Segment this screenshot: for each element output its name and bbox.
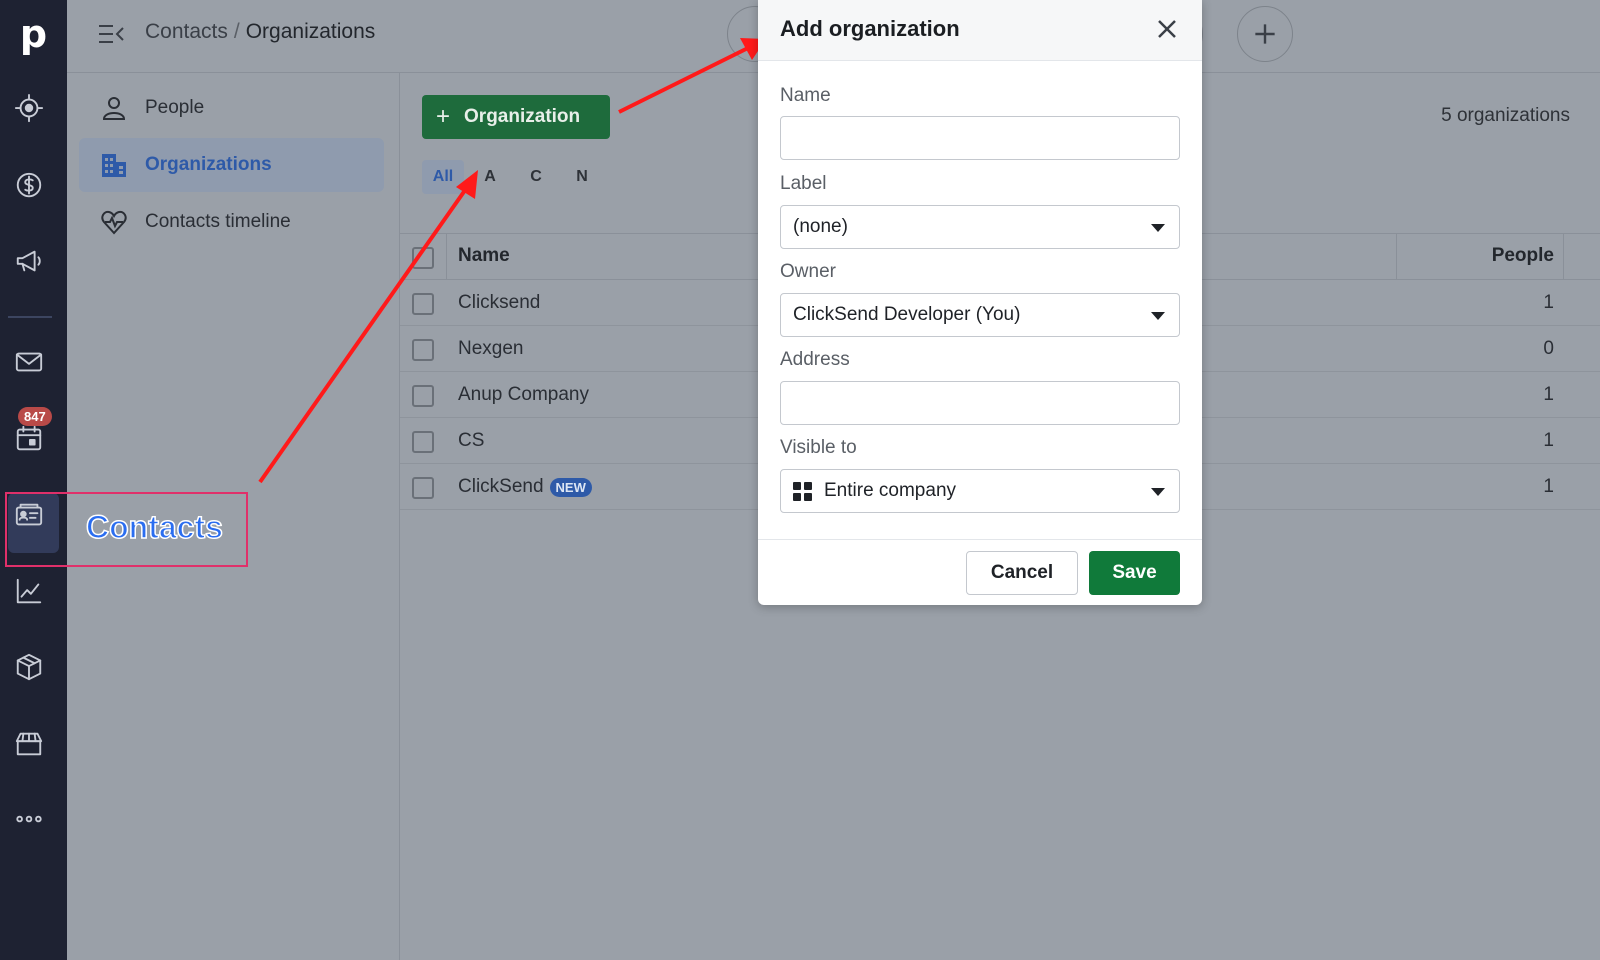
mail-icon[interactable] [13, 346, 45, 378]
breadcrumb-separator: / [233, 20, 240, 43]
more-icon[interactable] [13, 803, 45, 835]
subnav-item-label: Contacts timeline [145, 211, 291, 232]
visible-to-field-label: Visible to [780, 437, 857, 458]
dollar-icon[interactable] [13, 169, 45, 201]
org-name[interactable]: CS [458, 430, 484, 452]
modal-footer: Cancel Save [758, 539, 1202, 605]
left-rail: p 847 [0, 0, 67, 960]
people-count: 1 [1543, 384, 1554, 405]
label-select[interactable]: (none) [780, 205, 1180, 249]
subnav-item-people[interactable]: People [79, 81, 384, 135]
add-organization-button[interactable]: + Organization [422, 95, 610, 139]
subnav-item-organizations[interactable]: Organizations [79, 138, 384, 192]
filter-all[interactable]: All [422, 160, 464, 194]
add-quick-button[interactable] [1237, 6, 1293, 62]
modal-header: Add organization [758, 0, 1202, 61]
address-input[interactable] [780, 381, 1180, 425]
target-icon[interactable] [13, 92, 45, 124]
filter-c[interactable]: C [516, 160, 556, 194]
organizations-count: 5 organizations [1441, 105, 1570, 126]
filter-a[interactable]: A [470, 160, 510, 194]
grid-icon [793, 481, 812, 501]
plus-icon: + [436, 103, 451, 130]
column-divider [446, 234, 447, 279]
subnav-item-label: People [145, 97, 205, 118]
annotation-label: Contacts [85, 508, 223, 546]
close-icon[interactable] [1154, 16, 1180, 42]
owner-select[interactable]: ClickSend Developer (You) [780, 293, 1180, 337]
modal-title: Add organization [780, 16, 960, 41]
org-name[interactable]: Nexgen [458, 338, 524, 360]
subnav-item-label: Organizations [145, 154, 272, 175]
add-organization-modal: Add organization Name Label (none) Owner… [758, 0, 1202, 605]
owner-field-label: Owner [780, 261, 836, 282]
breadcrumb-current: Organizations [245, 20, 376, 43]
chart-icon[interactable] [13, 575, 45, 607]
store-icon[interactable] [13, 727, 45, 759]
alphabet-filter: All A C N [422, 160, 608, 194]
megaphone-icon[interactable] [13, 245, 45, 277]
label-select-value: (none) [793, 216, 848, 237]
caret-down-icon [1151, 312, 1165, 320]
org-name[interactable]: ClickSend [458, 476, 544, 498]
calendar-icon[interactable] [13, 422, 45, 454]
breadcrumb: Contacts / Organizations [145, 20, 375, 44]
caret-down-icon [1151, 488, 1165, 496]
owner-select-value: ClickSend Developer (You) [793, 304, 1021, 325]
row-checkbox[interactable] [412, 293, 434, 315]
person-icon [99, 93, 129, 123]
cancel-button[interactable]: Cancel [966, 551, 1078, 595]
select-all-checkbox[interactable] [412, 247, 434, 269]
plus-icon [1255, 24, 1275, 44]
row-checkbox[interactable] [412, 339, 434, 361]
address-field-label: Address [780, 349, 850, 370]
collapse-menu-icon[interactable] [97, 22, 125, 46]
row-checkbox[interactable] [412, 385, 434, 407]
row-checkbox[interactable] [412, 431, 434, 453]
visible-to-select-value: Entire company [824, 480, 957, 501]
org-name[interactable]: Anup Company [458, 384, 589, 406]
org-name[interactable]: Clicksend [458, 292, 540, 314]
add-organization-label: Organization [464, 106, 581, 127]
name-field-label: Name [780, 85, 831, 106]
label-field-label: Label [780, 173, 827, 194]
column-divider [1563, 234, 1564, 279]
heart-pulse-icon [99, 207, 129, 237]
breadcrumb-parent[interactable]: Contacts [145, 20, 228, 43]
column-header-name[interactable]: Name [458, 245, 510, 267]
building-icon [99, 150, 129, 180]
people-count: 1 [1543, 476, 1554, 497]
new-badge: NEW [549, 477, 592, 497]
subnav-item-contacts-timeline[interactable]: Contacts timeline [79, 195, 384, 249]
people-count: 0 [1543, 338, 1554, 359]
box-icon[interactable] [13, 651, 45, 683]
caret-down-icon [1151, 224, 1165, 232]
people-count: 1 [1543, 430, 1554, 451]
people-count: 1 [1543, 292, 1554, 313]
name-input[interactable] [780, 116, 1180, 160]
save-button[interactable]: Save [1089, 551, 1180, 595]
row-checkbox[interactable] [412, 477, 434, 499]
rail-divider [8, 316, 52, 318]
visible-to-select[interactable]: Entire company [780, 469, 1180, 513]
column-header-people[interactable]: People [1470, 245, 1554, 267]
pipedrive-logo[interactable]: p [0, 12, 67, 56]
filter-n[interactable]: N [562, 160, 602, 194]
column-divider [1396, 234, 1397, 279]
